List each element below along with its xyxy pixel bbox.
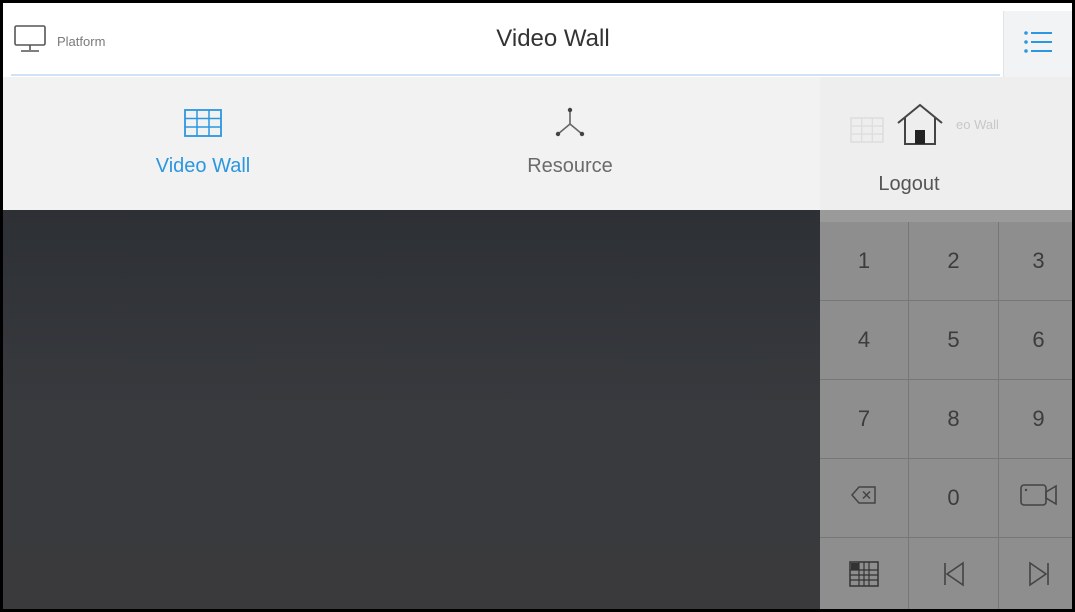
- backspace-icon: [851, 485, 877, 511]
- tree-branch-icon: [552, 105, 588, 141]
- key-5[interactable]: 5: [909, 301, 999, 380]
- key-3[interactable]: 3: [999, 222, 1072, 301]
- previous-icon: [942, 560, 966, 594]
- logout-label: Logout: [878, 173, 940, 195]
- tab-resource[interactable]: Resource: [420, 77, 720, 210]
- key-label: 7: [857, 406, 871, 431]
- ghost-grid-icon: [850, 117, 884, 148]
- platform-label: Platform: [57, 33, 106, 49]
- grid-icon: [183, 105, 223, 141]
- list-menu-icon: [1023, 30, 1053, 59]
- menu-button[interactable]: [1003, 11, 1072, 77]
- key-1[interactable]: 1: [820, 222, 909, 301]
- monitor-icon: [13, 24, 47, 59]
- key-label: 1: [857, 248, 871, 273]
- key-2[interactable]: 2: [909, 222, 999, 301]
- key-label: 3: [1032, 248, 1045, 273]
- layout-key[interactable]: [820, 538, 909, 609]
- video-wall-canvas[interactable]: [3, 210, 820, 609]
- key-label: 8: [947, 406, 960, 431]
- keypad-header: [820, 210, 1072, 222]
- next-icon: [1027, 560, 1051, 594]
- camera-key[interactable]: [999, 459, 1072, 538]
- grid-layout-icon: [849, 560, 879, 593]
- keypad: 1 2 3 4 5 6 7 8 9 0: [820, 210, 1072, 609]
- key-label: 0: [947, 485, 960, 510]
- backspace-key[interactable]: [820, 459, 909, 538]
- next-key[interactable]: [999, 538, 1072, 609]
- top-bar: Platform Video Wall: [3, 3, 1072, 77]
- title-underline: [11, 74, 1000, 76]
- tab-label-resource: Resource: [527, 155, 613, 177]
- key-4[interactable]: 4: [820, 301, 909, 380]
- tab-label-video-wall: Video Wall: [155, 155, 251, 177]
- key-label: 4: [857, 327, 871, 352]
- previous-key[interactable]: [909, 538, 999, 609]
- platform-selector[interactable]: Platform: [13, 24, 106, 59]
- key-9[interactable]: 9: [999, 380, 1072, 459]
- key-label: 5: [947, 327, 960, 352]
- tab-video-wall[interactable]: Video Wall: [53, 77, 353, 210]
- page-title: Video Wall: [496, 25, 610, 52]
- key-7[interactable]: 7: [820, 380, 909, 459]
- key-8[interactable]: 8: [909, 380, 999, 459]
- key-0[interactable]: 0: [909, 459, 999, 538]
- nav-bar: Video Wall Resource: [3, 77, 820, 211]
- app-window: Platform Video Wall Video Wall Resource …: [0, 0, 1075, 612]
- camera-icon: [1019, 482, 1059, 514]
- logout-button[interactable]: eo Wall Logout: [820, 77, 1072, 211]
- key-label: 2: [947, 248, 960, 273]
- key-label: 6: [1032, 327, 1045, 352]
- ghost-label: eo Wall: [956, 117, 999, 132]
- key-label: 9: [1032, 406, 1045, 431]
- home-icon: [894, 101, 946, 152]
- key-6[interactable]: 6: [999, 301, 1072, 380]
